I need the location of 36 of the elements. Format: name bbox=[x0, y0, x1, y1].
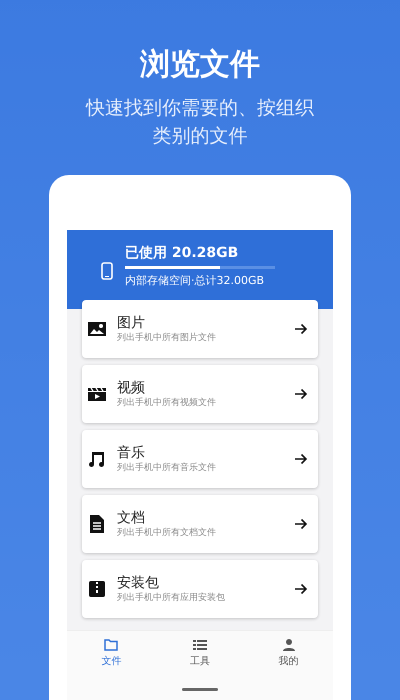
music-note-icon bbox=[87, 449, 107, 469]
person-icon bbox=[282, 639, 296, 651]
headline: 浏览文件 bbox=[140, 47, 260, 83]
category-description: 列出手机中所有图片文件 bbox=[117, 332, 217, 344]
category-description: 列出手机中所有视频文件 bbox=[117, 396, 217, 410]
image-icon bbox=[87, 319, 107, 339]
nav-tab[interactable]: 文件 bbox=[81, 639, 142, 683]
arrow-right-icon bbox=[294, 452, 308, 466]
category-title: 文档 bbox=[117, 508, 146, 526]
category-card[interactable]: 视频 列出手机中所有视频文件 bbox=[82, 365, 318, 423]
arrow-right-icon bbox=[294, 322, 308, 336]
category-title: 图片 bbox=[117, 314, 146, 332]
nav-tab[interactable]: 工具 bbox=[170, 639, 230, 683]
category-description: 列出手机中所有文档文件 bbox=[117, 526, 217, 540]
document-icon bbox=[87, 514, 107, 534]
arrow-right-icon bbox=[294, 387, 308, 401]
storage-detail: 内部存储空间·总计32.00GB bbox=[125, 274, 266, 288]
category-card[interactable]: 安装包 列出手机中所有应用安装包 bbox=[82, 560, 318, 618]
archive-icon bbox=[87, 579, 107, 599]
subtitle: 快速找到你需要的、按组织类别的文件 bbox=[84, 96, 315, 149]
folder-icon bbox=[104, 639, 118, 651]
arrow-right-icon bbox=[294, 517, 308, 531]
category-card[interactable]: 图片 列出手机中所有图片文件 bbox=[82, 300, 318, 358]
arrow-right-icon bbox=[294, 582, 308, 596]
category-description: 列出手机中所有音乐文件 bbox=[117, 462, 217, 474]
category-description: 列出手机中所有应用安装包 bbox=[117, 592, 226, 604]
category-card[interactable]: 文档 列出手机中所有文档文件 bbox=[82, 495, 318, 553]
category-title: 视频 bbox=[117, 378, 146, 396]
home-indicator bbox=[182, 688, 218, 691]
list-icon bbox=[192, 639, 207, 651]
phone-icon bbox=[101, 262, 113, 280]
category-card[interactable]: 音乐 列出手机中所有音乐文件 bbox=[82, 430, 318, 488]
nav-tab[interactable]: 我的 bbox=[258, 639, 319, 683]
category-title: 安装包 bbox=[117, 574, 160, 592]
category-title: 音乐 bbox=[117, 444, 146, 462]
storage-used: 已使用 20.28GB bbox=[125, 244, 240, 262]
